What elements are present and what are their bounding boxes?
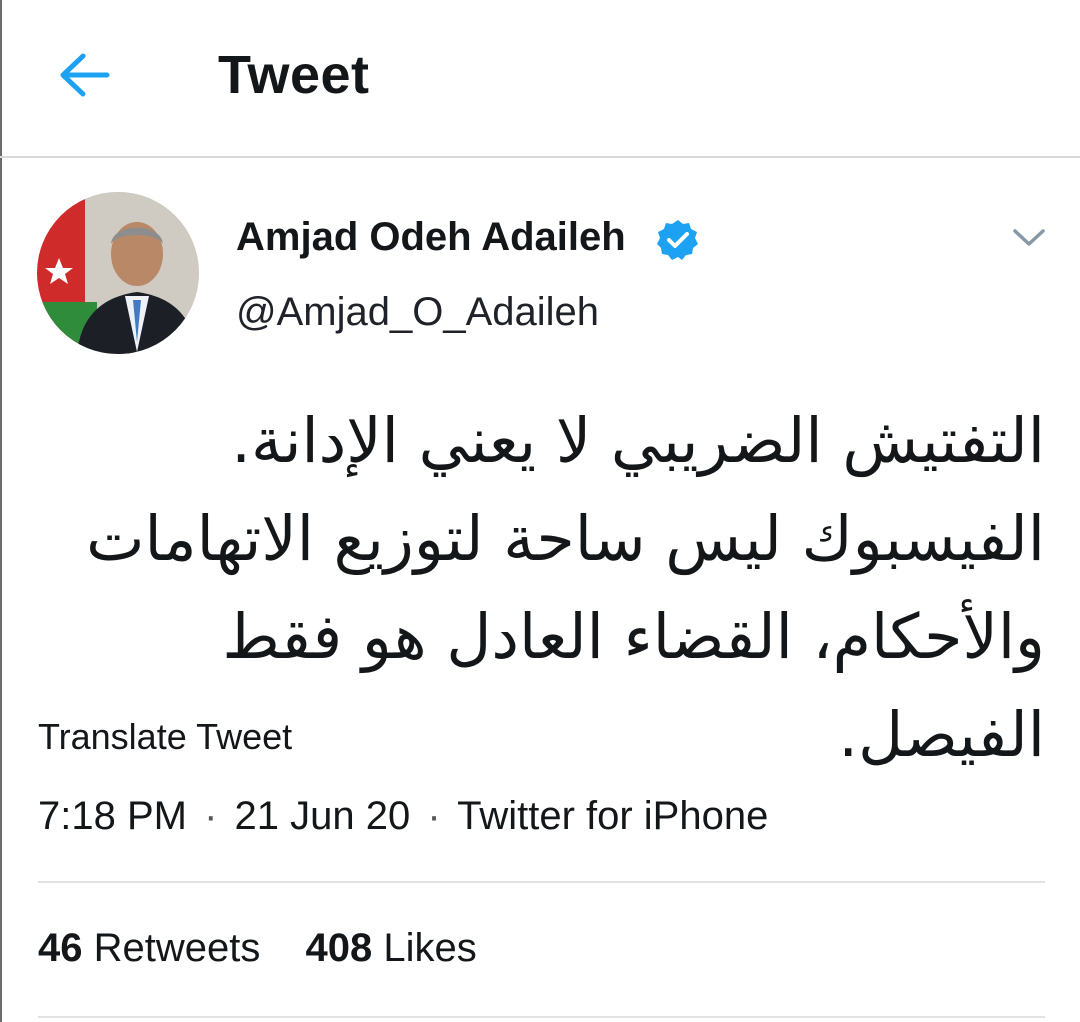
- tweet-time: 7:18 PM: [38, 794, 187, 838]
- more-options-button[interactable]: [1006, 218, 1052, 258]
- tweet-meta: 7:18 PM · 21 Jun 20 · Twitter for iPhone: [38, 794, 768, 839]
- avatar[interactable]: [37, 192, 199, 354]
- retweets-stat[interactable]: 46 Retweets: [38, 926, 260, 971]
- retweets-label: Retweets: [93, 926, 261, 970]
- verified-badge-icon: [657, 220, 698, 260]
- retweets-count: 46: [38, 926, 83, 970]
- stats-divider-top: [38, 881, 1045, 883]
- tweet-stats: 46 Retweets 408 Likes: [38, 926, 511, 971]
- meta-separator: ·: [204, 794, 218, 838]
- header-divider: [0, 156, 1080, 158]
- page-title: Tweet: [218, 45, 370, 105]
- translate-tweet-link[interactable]: Translate Tweet: [38, 716, 292, 758]
- meta-separator: ·: [427, 794, 441, 838]
- stats-divider-bottom: [38, 1016, 1045, 1018]
- likes-count: 408: [305, 926, 373, 970]
- likes-label: Likes: [383, 926, 477, 970]
- author-handle[interactable]: @Amjad_O_Adaileh: [236, 290, 599, 335]
- profile-photo: [37, 192, 199, 354]
- back-button[interactable]: [52, 42, 118, 108]
- author-name[interactable]: Amjad Odeh Adaileh: [236, 215, 626, 260]
- top-bar: Tweet: [0, 0, 1080, 156]
- arrow-left-icon: [60, 53, 110, 97]
- tweet-source-link[interactable]: Twitter for iPhone: [457, 794, 768, 838]
- likes-stat[interactable]: 408 Likes: [306, 926, 477, 971]
- tweet-date: 21 Jun 20: [234, 794, 411, 838]
- chevron-down-icon: [1013, 229, 1045, 246]
